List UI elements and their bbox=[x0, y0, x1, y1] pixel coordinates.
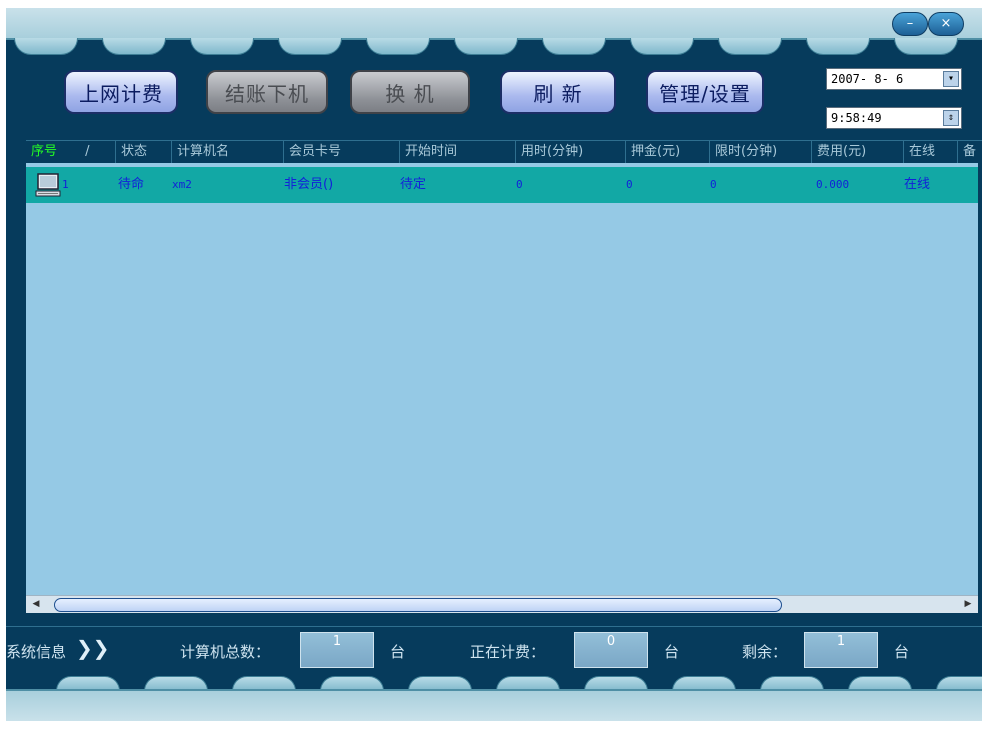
status-bar: 系统信息 ❯❯ 计算机总数： 1 台 正在计费： 0 台 剩余： 1 台 bbox=[6, 626, 982, 677]
scroll-left-icon[interactable]: ◀ bbox=[28, 596, 44, 613]
remaining-value: 1 bbox=[804, 632, 878, 668]
col-member-card[interactable]: 会员卡号 bbox=[284, 141, 400, 163]
refresh-button[interactable]: 刷 新 bbox=[500, 70, 616, 114]
cell-used-time: 0 bbox=[516, 178, 523, 191]
time-value: 9:58:49 bbox=[831, 111, 882, 125]
switch-computer-button[interactable]: 换 机 bbox=[350, 70, 470, 114]
scrollbar-thumb[interactable] bbox=[54, 598, 782, 612]
col-seq[interactable]: 序号 / bbox=[26, 141, 116, 163]
decorative-tab bbox=[366, 38, 430, 55]
cell-status: 待命 bbox=[118, 177, 145, 192]
date-picker[interactable]: 2007- 8- 6 ▾ bbox=[826, 68, 962, 90]
total-computers-value: 1 bbox=[300, 632, 374, 668]
computer-icon bbox=[35, 173, 61, 197]
time-picker[interactable]: 9:58:49 ⇕ bbox=[826, 107, 962, 129]
decorative-tab bbox=[102, 38, 166, 55]
col-online[interactable]: 在线 bbox=[904, 141, 958, 163]
billing-count-label: 正在计费： bbox=[470, 643, 546, 661]
manage-settings-button[interactable]: 管理/设置 bbox=[646, 70, 764, 114]
decorative-tab bbox=[454, 38, 518, 55]
col-seq-label: 序号 bbox=[31, 144, 58, 159]
remaining-unit: 台 bbox=[894, 643, 910, 661]
spinner-icon[interactable]: ⇕ bbox=[943, 110, 959, 126]
double-chevron-icon[interactable]: ❯❯ bbox=[76, 636, 110, 660]
cell-time-limit: 0 bbox=[710, 178, 717, 191]
horizontal-scrollbar[interactable]: ◀ ▶ bbox=[26, 595, 978, 613]
cell-member-card: 非会员() bbox=[284, 177, 334, 192]
cell-deposit: 0 bbox=[626, 178, 633, 191]
col-status[interactable]: 状态 bbox=[116, 141, 172, 163]
decorative-tab bbox=[542, 38, 606, 55]
decorative-tab bbox=[894, 38, 958, 55]
col-deposit[interactable]: 押金(元) bbox=[626, 141, 710, 163]
cell-online: 在线 bbox=[904, 177, 931, 192]
decorative-tab bbox=[806, 38, 870, 55]
col-computer-name[interactable]: 计算机名 bbox=[172, 141, 284, 163]
close-button[interactable]: × bbox=[928, 12, 964, 36]
scroll-right-icon[interactable]: ▶ bbox=[960, 596, 976, 613]
calendar-dropdown-icon[interactable]: ▾ bbox=[943, 71, 959, 87]
col-used-time[interactable]: 用时(分钟) bbox=[516, 141, 626, 163]
bottom-strip bbox=[6, 689, 982, 721]
table-row[interactable]: 1 待命 xm2 非会员() 待定 0 0 0 0.000 在线 bbox=[26, 167, 978, 203]
title-strip: – × bbox=[6, 8, 982, 40]
decorative-tab bbox=[718, 38, 782, 55]
minimize-button[interactable]: – bbox=[892, 12, 928, 36]
col-start-time[interactable]: 开始时间 bbox=[400, 141, 516, 163]
decorative-tab bbox=[190, 38, 254, 55]
cell-fee: 0.000 bbox=[816, 178, 850, 191]
billing-count-value: 0 bbox=[574, 632, 648, 668]
computer-grid[interactable]: 1 待命 xm2 非会员() 待定 0 0 0 0.000 在线 bbox=[26, 163, 978, 595]
billing-unit: 台 bbox=[664, 643, 680, 661]
checkout-button[interactable]: 结账下机 bbox=[206, 70, 328, 114]
system-info-label: 系统信息 bbox=[6, 643, 67, 661]
total-computers-label: 计算机总数： bbox=[180, 643, 271, 661]
col-note[interactable]: 备 bbox=[958, 141, 982, 163]
date-value: 2007- 8- 6 bbox=[831, 72, 904, 86]
decorative-tab bbox=[14, 38, 78, 55]
table-header: 序号 / 状态 计算机名 会员卡号 开始时间 用时(分钟) 押金(元) 限时(分… bbox=[26, 140, 982, 163]
col-fee[interactable]: 费用(元) bbox=[812, 141, 904, 163]
remaining-label: 剩余： bbox=[742, 643, 788, 661]
sort-indicator-icon: / bbox=[85, 144, 90, 159]
cell-computer-name: xm2 bbox=[172, 178, 192, 191]
total-unit: 台 bbox=[390, 643, 406, 661]
cell-seq: 1 bbox=[62, 178, 69, 191]
cell-start-time: 待定 bbox=[400, 177, 427, 192]
decorative-tab bbox=[630, 38, 694, 55]
decorative-tab bbox=[278, 38, 342, 55]
billing-button[interactable]: 上网计费 bbox=[64, 70, 178, 114]
app-window: – × 上网计费 结账下机 换 机 刷 新 管理/设置 2007- 8- 6 ▾… bbox=[6, 8, 982, 721]
col-time-limit[interactable]: 限时(分钟) bbox=[710, 141, 812, 163]
